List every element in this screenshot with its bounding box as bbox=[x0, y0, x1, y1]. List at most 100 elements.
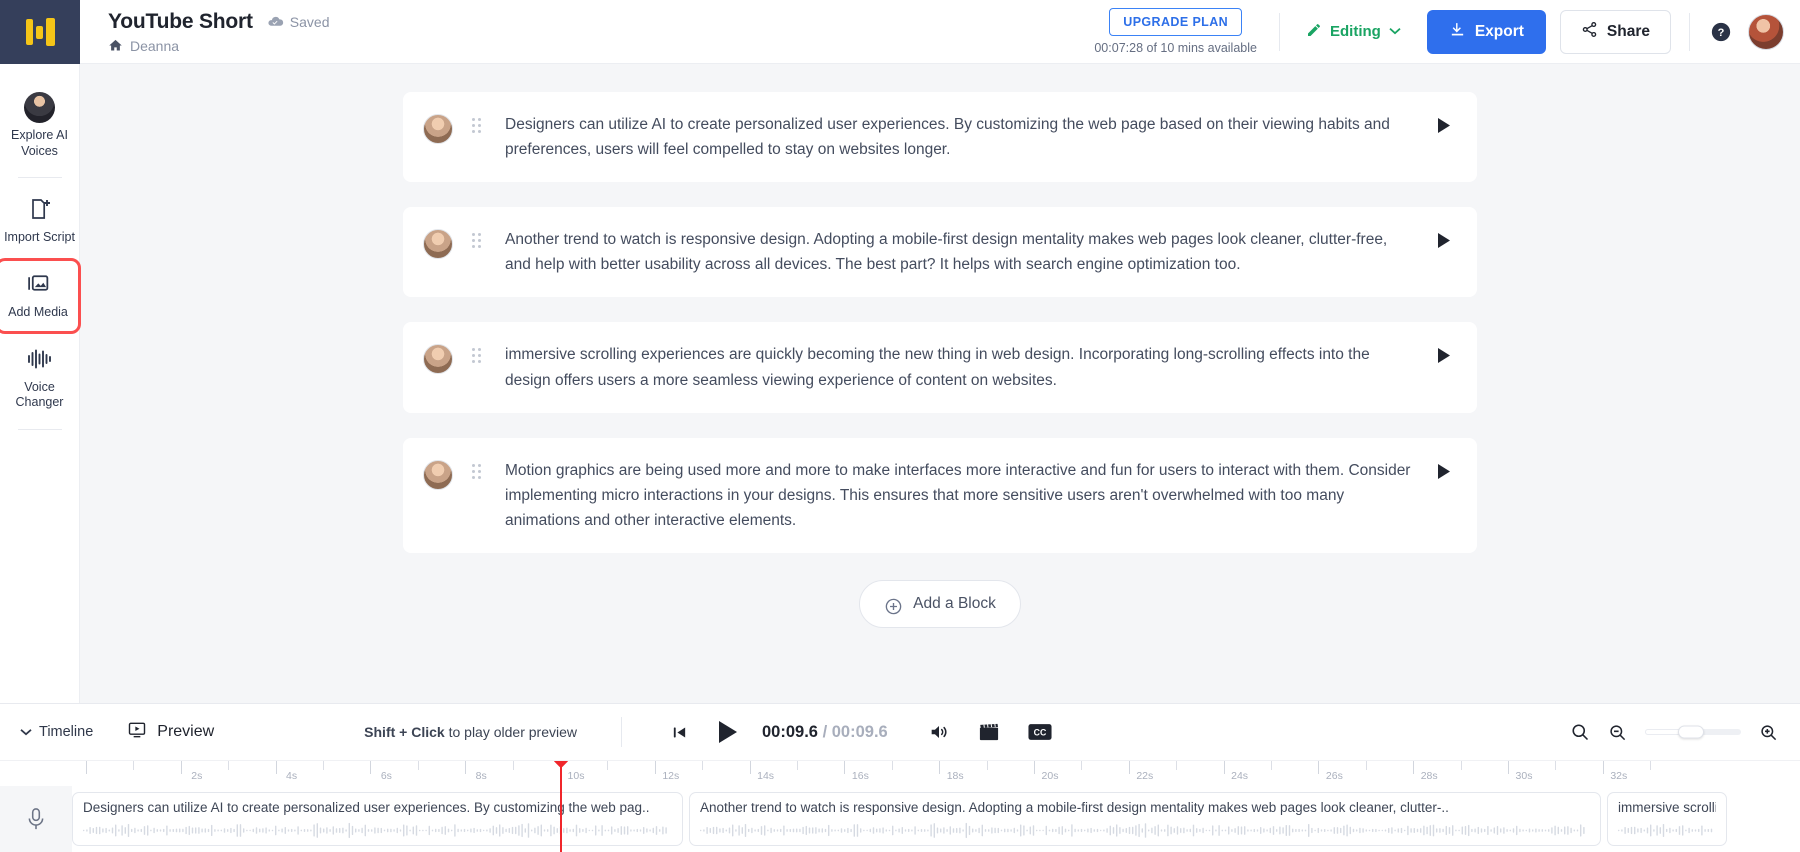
upgrade-plan-button[interactable]: UPGRADE PLAN bbox=[1109, 8, 1243, 36]
microphone-icon[interactable] bbox=[0, 786, 72, 852]
sidebar-item-label: Import Script bbox=[4, 230, 75, 245]
clapperboard-icon[interactable] bbox=[978, 722, 1000, 742]
timeline-ruler[interactable]: 2s 4s 6s 8s 10s 12s 14s 16s 18s 20s 22s 24s 26s 28s 30… bbox=[0, 760, 1800, 786]
ruler-tick bbox=[844, 761, 846, 774]
ruler-label: 26s bbox=[1325, 770, 1343, 782]
ruler-tick bbox=[986, 761, 988, 770]
ruler-tick bbox=[370, 761, 372, 774]
help-icon[interactable]: ? bbox=[1710, 21, 1732, 43]
avatar bbox=[423, 459, 453, 490]
export-button[interactable]: Export bbox=[1426, 9, 1546, 54]
ruler-label: 2s bbox=[191, 770, 203, 782]
ruler-tick bbox=[1555, 761, 1557, 770]
zoom-slider-handle[interactable] bbox=[1677, 725, 1704, 739]
ruler-tick bbox=[702, 761, 704, 770]
script-block[interactable]: Motion graphics are being used more and … bbox=[403, 437, 1477, 553]
drag-handle-icon[interactable] bbox=[467, 348, 485, 364]
ruler-playhead[interactable] bbox=[553, 761, 569, 786]
divider bbox=[1689, 12, 1690, 51]
audio-waveform bbox=[1618, 823, 1713, 838]
closed-captions-icon[interactable]: CC bbox=[1028, 723, 1052, 741]
ruler-tick bbox=[749, 761, 751, 774]
avatar bbox=[423, 344, 453, 375]
top-row: YouTube Short Saved Deanna UPGRADE PLAN … bbox=[0, 0, 1800, 64]
script-block-text[interactable]: immersive scrolling experiences are quic… bbox=[491, 342, 1437, 392]
timeline-label: Timeline bbox=[39, 724, 94, 740]
preview-button[interactable]: Preview bbox=[127, 720, 214, 745]
play-button[interactable] bbox=[708, 712, 748, 752]
add-a-block-button[interactable]: Add a Block bbox=[859, 579, 1021, 628]
ruler-tick bbox=[133, 761, 135, 770]
ruler-tick bbox=[1365, 761, 1367, 770]
ruler-label: 10s bbox=[567, 770, 585, 782]
ruler-tick bbox=[1176, 761, 1178, 770]
editing-mode-dropdown[interactable]: Editing bbox=[1280, 22, 1427, 42]
ruler-tick bbox=[1271, 761, 1272, 770]
script-block-text[interactable]: Another trend to watch is responsive des… bbox=[491, 227, 1437, 277]
ruler-tick bbox=[1128, 761, 1130, 774]
sidebar-item-voice-changer[interactable]: Voice Changer bbox=[0, 334, 80, 423]
cloud-check-icon bbox=[267, 13, 284, 30]
script-block-text[interactable]: Designers can utilize AI to create perso… bbox=[491, 112, 1437, 162]
sidebar-item-explore-ai-voices[interactable]: Explore AI Voices bbox=[0, 82, 80, 171]
play-block-icon[interactable] bbox=[1437, 117, 1453, 139]
drag-handle-icon[interactable] bbox=[467, 118, 485, 133]
zoom-controls bbox=[1570, 722, 1782, 742]
sidebar-item-label: Explore AI Voices bbox=[11, 128, 68, 158]
zoom-in-icon[interactable] bbox=[1759, 723, 1778, 742]
script-block[interactable]: Another trend to watch is responsive des… bbox=[403, 207, 1477, 298]
page-title: YouTube Short bbox=[108, 9, 253, 33]
plan-block: UPGRADE PLAN 00:07:28 of 10 mins availab… bbox=[1094, 8, 1279, 55]
zoom-slider[interactable] bbox=[1645, 725, 1741, 739]
play-block-icon[interactable] bbox=[1437, 347, 1453, 369]
voice-changer-icon bbox=[26, 344, 54, 374]
timeline-toggle[interactable]: Timeline bbox=[18, 724, 93, 740]
play-block-icon[interactable] bbox=[1437, 232, 1453, 254]
shift-click-hint: Shift + Click to play older preview bbox=[364, 724, 577, 740]
ruler-label: 16s bbox=[851, 770, 869, 782]
timeline-clip[interactable]: Designers can utilize AI to create perso… bbox=[72, 792, 683, 846]
shift-hint-bold: Shift + Click bbox=[364, 724, 445, 740]
volume-icon[interactable] bbox=[928, 721, 950, 743]
sidebar-item-import-script[interactable]: Import Script bbox=[0, 184, 80, 258]
script-block-text[interactable]: Motion graphics are being used more and … bbox=[491, 458, 1437, 533]
script-block[interactable]: Designers can utilize AI to create perso… bbox=[403, 92, 1477, 183]
timeline-playhead[interactable] bbox=[560, 786, 562, 852]
chevron-down-icon bbox=[1389, 26, 1401, 38]
shift-hint-rest: to play older preview bbox=[444, 724, 577, 740]
ruler-label: 4s bbox=[286, 770, 298, 782]
ruler-label: 20s bbox=[1041, 770, 1059, 782]
app-logo[interactable] bbox=[0, 0, 80, 64]
drag-handle-icon[interactable] bbox=[467, 463, 485, 479]
skip-to-start-icon[interactable] bbox=[662, 715, 696, 749]
breadcrumb[interactable]: Deanna bbox=[108, 38, 329, 54]
search-icon[interactable] bbox=[1570, 722, 1590, 742]
ruler-label: 12s bbox=[662, 770, 680, 782]
ruler-tick bbox=[607, 761, 609, 770]
ruler-tick bbox=[1223, 761, 1225, 774]
timeline-clip[interactable]: Another trend to watch is responsive des… bbox=[689, 792, 1601, 846]
user-avatar[interactable] bbox=[1748, 13, 1784, 50]
ruler-tick bbox=[1602, 761, 1604, 774]
saved-status: Saved bbox=[267, 13, 330, 30]
chevron-down-icon bbox=[20, 724, 32, 740]
ruler-tick bbox=[228, 761, 230, 770]
timeline-clip[interactable]: immersive scrolli bbox=[1607, 792, 1727, 846]
total-time: 00:09.6 bbox=[831, 722, 888, 741]
saved-label: Saved bbox=[289, 13, 330, 30]
drag-handle-icon[interactable] bbox=[467, 233, 485, 249]
ruler-tick bbox=[1081, 761, 1083, 770]
logo-icon bbox=[25, 18, 55, 46]
script-block[interactable]: immersive scrolling experiences are quic… bbox=[403, 322, 1477, 413]
bottom-bar: Timeline Preview Shift + Click to play o… bbox=[0, 703, 1800, 852]
ruler-tick bbox=[797, 761, 798, 770]
zoom-out-icon[interactable] bbox=[1608, 723, 1627, 742]
ruler-tick bbox=[323, 761, 324, 770]
ruler-label: 14s bbox=[757, 770, 775, 782]
header-actions: UPGRADE PLAN 00:07:28 of 10 mins availab… bbox=[1094, 8, 1784, 55]
play-block-icon[interactable] bbox=[1437, 463, 1453, 485]
sidebar-item-add-media[interactable]: Add Media bbox=[0, 257, 81, 334]
share-button[interactable]: Share bbox=[1559, 9, 1671, 54]
ruler-tick bbox=[1318, 761, 1320, 774]
script-block-list: Designers can utilize AI to create perso… bbox=[403, 92, 1477, 628]
